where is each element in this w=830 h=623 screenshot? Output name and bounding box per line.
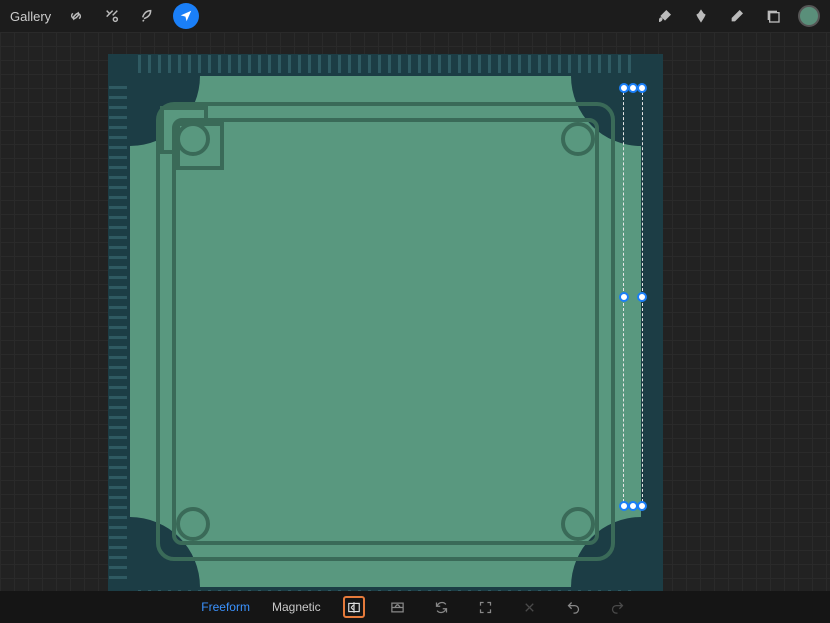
reset-icon[interactable]: [519, 596, 541, 618]
frame-notch: [561, 122, 595, 156]
selection-tool-icon[interactable]: [137, 5, 159, 27]
eraser-tool-icon[interactable]: [726, 5, 748, 27]
transform-tool-icon[interactable]: [173, 3, 199, 29]
transform-toolbar: Freeform Magnetic: [0, 591, 830, 623]
selection-handle[interactable]: [637, 501, 647, 511]
fit-screen-icon[interactable]: [475, 596, 497, 618]
frame-inner-line: [172, 118, 599, 545]
undo-icon[interactable]: [563, 596, 585, 618]
gallery-button[interactable]: Gallery: [10, 9, 51, 24]
frame-notch: [176, 507, 210, 541]
flip-horizontal-icon[interactable]: [343, 596, 365, 618]
flip-vertical-icon[interactable]: [387, 596, 409, 618]
adjustments-icon[interactable]: [101, 5, 123, 27]
rotate-icon[interactable]: [431, 596, 453, 618]
border-ornament-top: [138, 55, 633, 73]
brush-tool-icon[interactable]: [654, 5, 676, 27]
artwork-canvas: [108, 54, 663, 591]
green-panel: [130, 76, 641, 587]
layers-icon[interactable]: [762, 5, 784, 27]
top-toolbar: Gallery: [0, 0, 830, 32]
border-ornament-left: [109, 84, 127, 579]
frame-notch: [176, 122, 210, 156]
selection-handle[interactable]: [637, 83, 647, 93]
selection-handle[interactable]: [619, 292, 629, 302]
frame-notch: [561, 507, 595, 541]
mode-freeform[interactable]: Freeform: [201, 600, 250, 614]
redo-icon[interactable]: [607, 596, 629, 618]
smudge-tool-icon[interactable]: [690, 5, 712, 27]
mode-magnetic[interactable]: Magnetic: [272, 600, 321, 614]
selection-handle[interactable]: [637, 292, 647, 302]
canvas-area[interactable]: [0, 32, 830, 591]
transform-selection[interactable]: [623, 87, 643, 507]
color-swatch[interactable]: [798, 5, 820, 27]
top-toolbar-right: [654, 5, 820, 27]
top-toolbar-left: Gallery: [10, 3, 199, 29]
actions-icon[interactable]: [65, 5, 87, 27]
